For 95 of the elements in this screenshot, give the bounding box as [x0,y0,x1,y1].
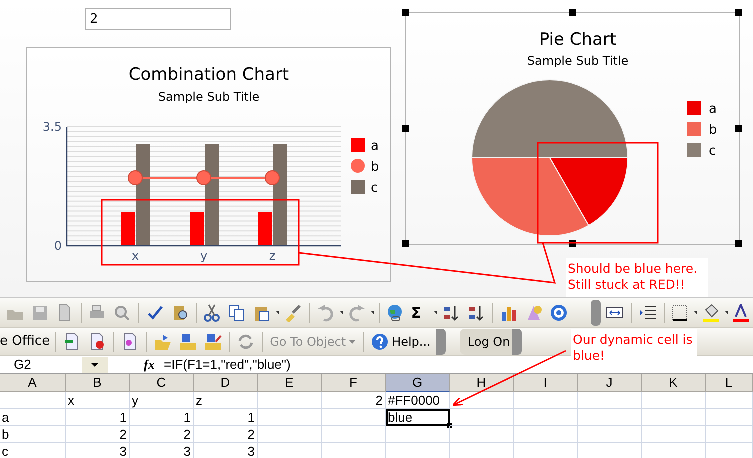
table-cell[interactable]: 3 [194,443,258,458]
column-header[interactable]: G [386,374,450,392]
table-cell[interactable]: x [66,392,130,409]
caret-icon[interactable] [340,310,343,314]
chart-subtitle: Sample Sub Title [158,90,260,104]
legend-label: c [709,144,716,159]
column-header[interactable]: K [642,374,706,392]
table-cell[interactable]: a [0,409,66,426]
table-cell[interactable]: b [0,426,66,443]
table-cell[interactable] [514,392,578,409]
column-header[interactable]: D [194,374,258,392]
column-header[interactable]: L [706,374,753,392]
table-cell[interactable] [0,392,66,409]
table-cell[interactable] [258,392,322,409]
legend-label: c [371,181,378,196]
table-cell[interactable] [642,426,706,443]
table-cell[interactable] [642,409,706,426]
table-cell[interactable]: y [130,392,194,409]
column-header[interactable]: C [130,374,194,392]
table-cell[interactable]: 1 [66,409,130,426]
sum-button[interactable]: Σ [409,302,432,324]
table-cell[interactable] [386,426,450,443]
toolbar-grip[interactable] [436,328,446,354]
caret-icon[interactable] [370,310,374,314]
name-box[interactable]: G2 [0,356,82,372]
table-cell[interactable]: 2 [66,426,130,443]
axis-category-label: y [200,249,208,263]
table-cell[interactable] [258,426,322,443]
axis-category-label: x [132,249,140,263]
selection-handle[interactable] [735,240,742,247]
selection-handle[interactable] [402,9,409,16]
table-cell[interactable] [450,409,514,426]
toolbar-grip[interactable] [512,328,522,354]
dropdown-button[interactable] [82,356,108,372]
selection-handle[interactable] [735,9,742,16]
table-cell[interactable]: blue [386,409,450,426]
axis-tick-label: 3.5 [42,120,62,134]
column-header[interactable]: F [322,374,386,392]
function-button[interactable]: fx [144,356,164,372]
caret-icon[interactable] [725,310,728,314]
log-on-button[interactable]: Log On [466,330,512,352]
caret-icon[interactable] [694,310,698,314]
help-button[interactable]: Help... [369,330,433,352]
table-cell[interactable]: #FF0000 [386,392,450,409]
caret-icon [91,362,99,366]
table-cell[interactable] [642,392,706,409]
legend-label: b [371,160,380,175]
table-cell[interactable]: 3 [130,443,194,458]
table-cell[interactable] [450,426,514,443]
table-cell[interactable] [706,392,753,409]
legend-label: a [709,102,717,117]
toolbar-grip[interactable] [591,300,602,326]
table-cell[interactable] [514,426,578,443]
chart-subtitle: Sample Sub Title [527,54,629,68]
axis-tick-label: 0 [54,239,62,253]
column-header[interactable]: A [0,374,66,392]
selection-handle[interactable] [402,240,409,247]
table-cell[interactable]: 1 [194,409,258,426]
table-cell[interactable]: z [194,392,258,409]
input-field[interactable]: 2 [85,8,231,30]
table-cell[interactable]: 3 [66,443,130,458]
legend-label: a [371,139,379,154]
legend-label: b [709,123,718,138]
chart-title: Combination Chart [128,65,290,85]
table-cell[interactable] [258,409,322,426]
fill-handle[interactable] [447,423,452,428]
callout-note: Should be blue here. Still stuck at RED!! [566,258,708,297]
column-header[interactable]: E [258,374,322,392]
caret-icon[interactable] [434,310,438,314]
table-cell[interactable] [514,409,578,426]
table-cell[interactable]: 2 [322,392,386,409]
table-cell[interactable] [578,392,642,409]
chart-title: Pie Chart [539,30,617,50]
column-header[interactable]: B [66,374,130,392]
axis-category-label: z [269,249,276,263]
selection-handle[interactable] [402,124,409,132]
table-cell[interactable] [450,392,514,409]
caret-icon[interactable] [276,310,280,314]
table-cell[interactable]: c [0,443,66,458]
table-cell[interactable] [578,426,642,443]
table-cell[interactable] [706,409,753,426]
toolbar-label: e Office [0,334,50,349]
table-cell[interactable] [578,409,642,426]
table-cell[interactable] [322,409,386,426]
table-cell[interactable]: 2 [194,426,258,443]
column-header[interactable]: H [450,374,514,392]
table-cell[interactable] [322,426,386,443]
column-header[interactable]: J [578,374,642,392]
table-cell[interactable]: 2 [130,426,194,443]
formula-field[interactable]: =IF(F1=1,"red","blue") [164,357,291,372]
table-cell[interactable] [706,426,753,443]
selection-handle[interactable] [735,124,742,132]
selection-handle[interactable] [568,9,576,16]
column-header[interactable]: I [514,374,578,392]
table-cell[interactable]: 1 [130,409,194,426]
